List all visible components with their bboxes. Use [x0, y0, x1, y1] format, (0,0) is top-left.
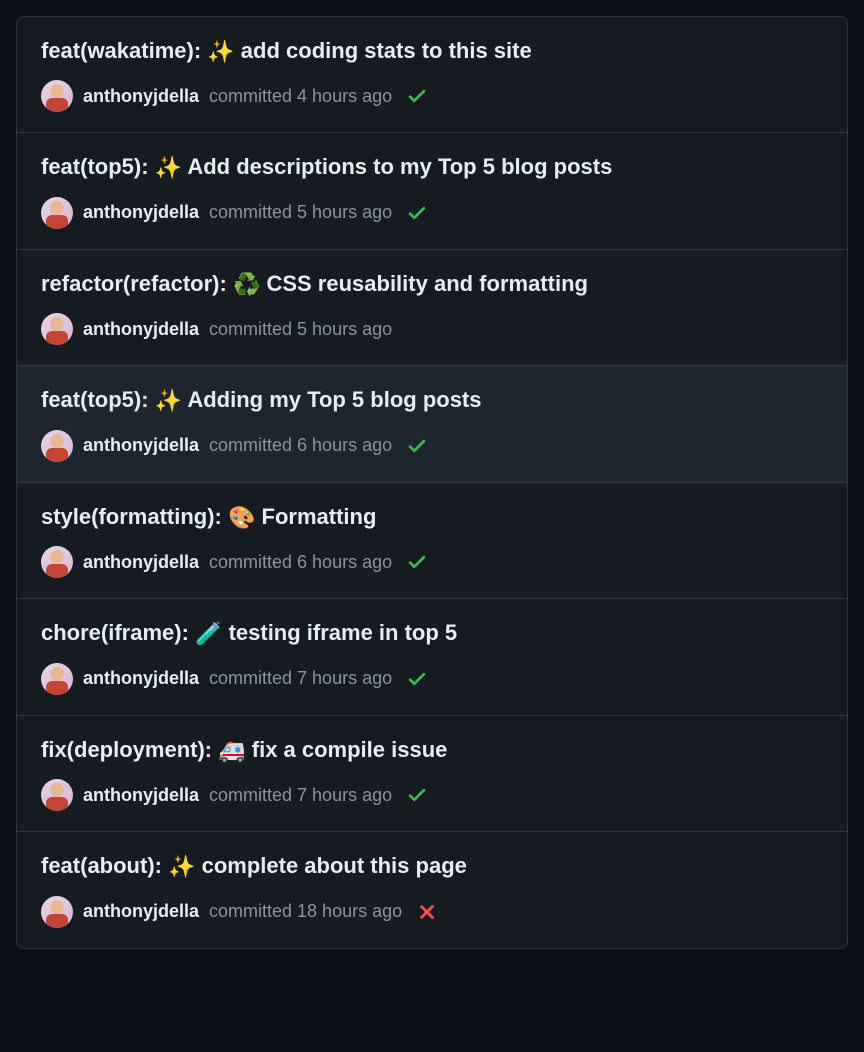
commit-item[interactable]: feat(top5): ✨ Add descriptions to my Top… [17, 133, 847, 249]
commit-title[interactable]: fix(deployment): 🚑 fix a compile issue [41, 736, 823, 765]
commit-author[interactable]: anthonyjdella [83, 319, 199, 340]
commit-author[interactable]: anthonyjdella [83, 552, 199, 573]
commit-time: committed 5 hours ago [209, 319, 392, 340]
commit-list: feat(wakatime): ✨ add coding stats to th… [16, 16, 848, 949]
palette-icon: 🎨 [228, 504, 255, 533]
commit-title[interactable]: feat(about): ✨ complete about this page [41, 852, 823, 881]
test-tube-icon: 🧪 [195, 620, 222, 649]
commit-title[interactable]: style(formatting): 🎨 Formatting [41, 503, 823, 532]
sparkles-icon: ✨ [155, 387, 182, 416]
commit-item[interactable]: refactor(refactor): ♻️ CSS reusability a… [17, 250, 847, 366]
commit-author[interactable]: anthonyjdella [83, 668, 199, 689]
avatar[interactable] [41, 546, 73, 578]
commit-title-prefix: feat(top5): [41, 154, 155, 179]
commit-title[interactable]: feat(wakatime): ✨ add coding stats to th… [41, 37, 823, 66]
commit-meta: anthonyjdella committed 5 hours ago [41, 197, 823, 229]
commit-title[interactable]: feat(top5): ✨ Adding my Top 5 blog posts [41, 386, 823, 415]
commit-item[interactable]: feat(about): ✨ complete about this page … [17, 832, 847, 947]
avatar[interactable] [41, 779, 73, 811]
commit-item[interactable]: fix(deployment): 🚑 fix a compile issue a… [17, 716, 847, 832]
sparkles-icon: ✨ [207, 38, 234, 67]
commit-title-suffix: complete about this page [196, 853, 467, 878]
commit-title-prefix: feat(wakatime): [41, 38, 207, 63]
status-success-icon[interactable] [406, 784, 428, 806]
status-success-icon[interactable] [406, 551, 428, 573]
commit-title-suffix: Formatting [255, 504, 376, 529]
commit-meta: anthonyjdella committed 6 hours ago [41, 546, 823, 578]
avatar[interactable] [41, 430, 73, 462]
commit-item[interactable]: chore(iframe): 🧪 testing iframe in top 5… [17, 599, 847, 715]
sparkles-icon: ✨ [168, 853, 195, 882]
commit-title-suffix: CSS reusability and formatting [260, 271, 588, 296]
commit-title[interactable]: refactor(refactor): ♻️ CSS reusability a… [41, 270, 823, 299]
sparkles-icon: ✨ [155, 154, 182, 183]
commit-title-prefix: style(formatting): [41, 504, 228, 529]
commit-item[interactable]: feat(top5): ✨ Adding my Top 5 blog posts… [17, 366, 847, 482]
commit-title-prefix: feat(top5): [41, 387, 155, 412]
commit-author[interactable]: anthonyjdella [83, 785, 199, 806]
commit-title-suffix: testing iframe in top 5 [222, 620, 457, 645]
commit-meta: anthonyjdella committed 6 hours ago [41, 430, 823, 462]
avatar[interactable] [41, 896, 73, 928]
commit-title-prefix: feat(about): [41, 853, 168, 878]
avatar[interactable] [41, 663, 73, 695]
commit-author[interactable]: anthonyjdella [83, 86, 199, 107]
avatar[interactable] [41, 197, 73, 229]
commit-title[interactable]: feat(top5): ✨ Add descriptions to my Top… [41, 153, 823, 182]
status-success-icon[interactable] [406, 85, 428, 107]
commit-time: committed 5 hours ago [209, 202, 392, 223]
commit-time: committed 6 hours ago [209, 435, 392, 456]
commit-title-suffix: Adding my Top 5 blog posts [182, 387, 481, 412]
commit-time: committed 7 hours ago [209, 785, 392, 806]
recycle-icon: ♻️ [233, 271, 260, 300]
commit-time: committed 18 hours ago [209, 901, 402, 922]
commit-title[interactable]: chore(iframe): 🧪 testing iframe in top 5 [41, 619, 823, 648]
commit-time: committed 6 hours ago [209, 552, 392, 573]
commit-meta: anthonyjdella committed 7 hours ago [41, 663, 823, 695]
commit-title-prefix: refactor(refactor): [41, 271, 233, 296]
commit-item[interactable]: style(formatting): 🎨 Formatting anthonyj… [17, 483, 847, 599]
commit-meta: anthonyjdella committed 7 hours ago [41, 779, 823, 811]
commit-title-prefix: fix(deployment): [41, 737, 218, 762]
avatar[interactable] [41, 80, 73, 112]
status-success-icon[interactable] [406, 668, 428, 690]
commit-title-suffix: add coding stats to this site [235, 38, 532, 63]
commit-meta: anthonyjdella committed 5 hours ago [41, 313, 823, 345]
commit-meta: anthonyjdella committed 18 hours ago [41, 896, 823, 928]
avatar[interactable] [41, 313, 73, 345]
ambulance-icon: 🚑 [218, 737, 245, 766]
commit-time: committed 4 hours ago [209, 86, 392, 107]
commit-item[interactable]: feat(wakatime): ✨ add coding stats to th… [17, 17, 847, 133]
commit-meta: anthonyjdella committed 4 hours ago [41, 80, 823, 112]
status-success-icon[interactable] [406, 202, 428, 224]
commit-title-suffix: fix a compile issue [246, 737, 448, 762]
commit-title-suffix: Add descriptions to my Top 5 blog posts [182, 154, 612, 179]
status-success-icon[interactable] [406, 435, 428, 457]
commit-time: committed 7 hours ago [209, 668, 392, 689]
status-failure-icon[interactable] [416, 901, 438, 923]
commit-title-prefix: chore(iframe): [41, 620, 195, 645]
commit-author[interactable]: anthonyjdella [83, 901, 199, 922]
commit-author[interactable]: anthonyjdella [83, 202, 199, 223]
commit-author[interactable]: anthonyjdella [83, 435, 199, 456]
